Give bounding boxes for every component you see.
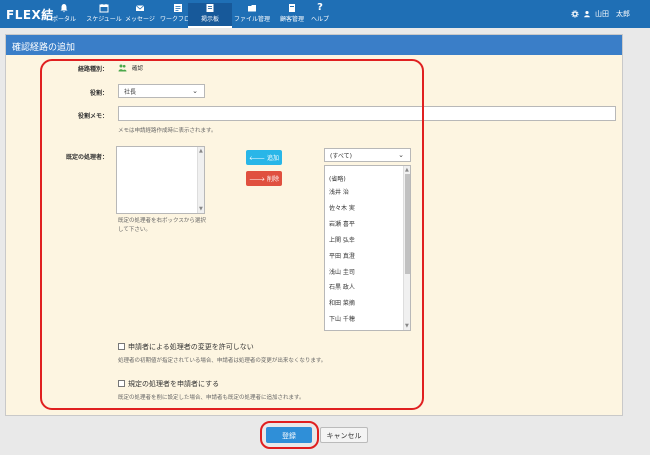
bulletin-icon: [205, 3, 215, 13]
folder-icon: [247, 3, 257, 13]
gear-icon[interactable]: [571, 10, 579, 18]
nav-bulletin[interactable]: 掲示板: [188, 3, 232, 28]
nav-bulletin-label: 掲示板: [200, 16, 219, 23]
page-title: 確認経路の追加: [6, 35, 622, 55]
nav-file-management-label: ファイル管理: [233, 16, 270, 23]
submit-highlight-frame: [260, 421, 319, 449]
highlight-frame: [40, 59, 424, 410]
nav-message-label: メッセージ: [125, 16, 155, 23]
workflow-icon: [173, 3, 183, 13]
nav-portal-label: ポータル: [51, 16, 76, 23]
nav-help[interactable]: ? ヘルプ: [298, 2, 342, 24]
user-icon: [583, 10, 591, 18]
nav-file-management[interactable]: ファイル管理: [230, 3, 274, 23]
nav-portal[interactable]: ポータル: [42, 3, 86, 23]
user-menu[interactable]: 山田 太郎: [571, 9, 630, 19]
envelope-icon: [135, 3, 145, 13]
calendar-icon: [99, 3, 109, 13]
cancel-button[interactable]: キャンセル: [320, 427, 368, 443]
nav-schedule-label: スケジュール: [86, 16, 122, 23]
question-icon: ?: [317, 2, 323, 13]
nav-help-label: ヘルプ: [310, 16, 329, 23]
user-name: 山田 太郎: [595, 10, 630, 18]
customer-icon: [287, 3, 297, 13]
bell-icon: [59, 3, 69, 13]
top-navbar: FLEX結 ポータル スケジュール メッセージ ワークフロー 掲示板 ファイル管: [0, 0, 650, 28]
